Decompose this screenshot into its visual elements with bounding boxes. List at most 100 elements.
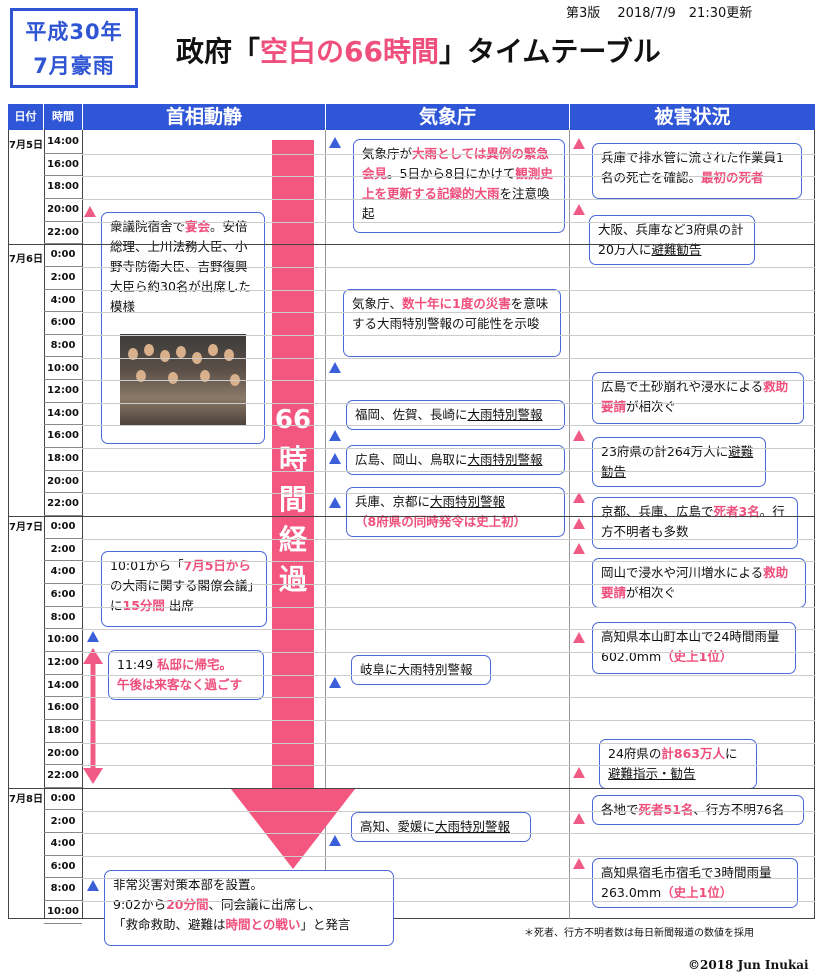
row-divider [82, 334, 815, 336]
row-divider [82, 674, 815, 676]
row-divider [82, 651, 815, 653]
jma-warning-gifu-bubble: 岐阜に大雨特別警報 [351, 655, 491, 685]
time-label: 0:00 [44, 244, 82, 267]
title-suffix: 」タイムテーブル [438, 35, 661, 68]
marker-triangle [573, 518, 585, 529]
bubble-underlined: 大雨特別警報 [467, 407, 543, 422]
copyright: ©2018 Jun Inukai [688, 958, 809, 972]
header-pm: 首相動静 [83, 104, 325, 130]
bubble-highlight: 計863万人 [661, 746, 725, 761]
time-label: 18:00 [44, 176, 82, 199]
row-divider [82, 606, 815, 608]
date-label: 7月7日 [9, 522, 43, 533]
row-divider [82, 402, 815, 404]
row-divider [82, 425, 815, 427]
bubble-text: 気象庁、 [352, 296, 403, 311]
row-divider [82, 878, 815, 880]
time-label: 0:00 [44, 788, 82, 811]
damage-three-deaths-bubble: 京都、兵庫、広島で死者3名。行方不明者も多数 [592, 497, 798, 549]
time-label: 8:00 [44, 335, 82, 358]
row-divider [82, 765, 815, 767]
row-divider [82, 901, 815, 903]
damage-first-death-bubble: 兵庫で排水管に流された作業員1名の死亡を確認。最初の死者 [592, 143, 802, 199]
time-label: 4:00 [44, 290, 82, 313]
bubble-highlight: 7月5日から [183, 558, 251, 573]
time-label: 14:00 [44, 403, 82, 426]
elapsed-text: 過 [278, 563, 307, 596]
marker-triangle [573, 767, 585, 778]
marker-triangle [329, 430, 341, 441]
bubble-highlight: （史上1位） [661, 885, 733, 900]
time-label: 10:00 [44, 901, 82, 924]
time-label: 10:00 [44, 358, 82, 381]
row-divider [82, 289, 815, 291]
marker-triangle [329, 362, 341, 373]
row-divider [82, 470, 815, 472]
time-label: 4:00 [44, 833, 82, 856]
time-label: 6:00 [44, 856, 82, 879]
damage-evac-264man-bubble: 23府県の計264万人に避難勧告 [592, 437, 766, 487]
row-divider [82, 176, 815, 178]
time-label: 20:00 [44, 199, 82, 222]
bubble-highlight: 数十年に1度の災害 [402, 296, 511, 311]
bubble-text: 、同会議に出席し、 [208, 897, 321, 912]
elapsed-text: 66 [274, 405, 312, 435]
time-label: 2:00 [44, 811, 82, 834]
bubble-highlight: 時間との戦い [225, 917, 301, 932]
badge-line2: 7月豪雨 [33, 54, 115, 78]
time-label: 20:00 [44, 471, 82, 494]
header-date: 日付 [8, 104, 43, 130]
time-label: 2:00 [44, 267, 82, 290]
time-label: 4:00 [44, 561, 82, 584]
marker-triangle [573, 813, 585, 824]
jma-warning-possible-bubble: 気象庁、数十年に1度の災害を意味する大雨特別警報の可能性を示唆 [343, 289, 561, 357]
marker-triangle [329, 453, 341, 464]
elapsed-arrow-head [231, 789, 355, 869]
bubble-highlight: 20分間 [166, 897, 209, 912]
row-divider [82, 266, 815, 268]
row-divider [82, 538, 815, 540]
bubble-text: 、行方不明76名 [693, 802, 785, 817]
bubble-highlight: 午後は来客なく過ごす [117, 677, 243, 692]
header-jma: 気象庁 [326, 104, 569, 130]
row-divider [82, 198, 815, 200]
badge-line1: 平成30年 [25, 20, 123, 44]
marker-triangle [573, 430, 585, 441]
marker-triangle [573, 632, 585, 643]
time-label: 14:00 [44, 131, 82, 154]
marker-triangle [87, 880, 99, 891]
time-label: 8:00 [44, 878, 82, 902]
row-divider [82, 833, 815, 835]
time-label: 14:00 [44, 675, 82, 698]
row-divider [82, 742, 815, 744]
marker-triangle [573, 858, 585, 869]
time-label: 20:00 [44, 743, 82, 766]
bubble-text: 。5日から8日にかけて [387, 166, 516, 181]
date-label: 7月6日 [9, 254, 43, 265]
title-highlight: 空白の66時間 [260, 35, 439, 68]
row-divider [82, 561, 815, 563]
bubble-text: に [725, 746, 738, 761]
row-divider [82, 153, 815, 155]
jma-warning-kochi-bubble: 高知、愛媛に大雨特別警報 [351, 812, 531, 842]
marker-triangle [87, 631, 99, 642]
pm-cabinet-meeting-bubble: 10:01から「7月5日からの大雨に関する閣僚会議」に15分間 出席 [101, 551, 267, 627]
bubble-text: 23府県の計264万人に [601, 444, 729, 459]
bubble-text: 「救命救助、避難は [113, 917, 226, 932]
bubble-text: 」と発言 [300, 917, 351, 932]
row-divider [82, 719, 815, 721]
row-divider [82, 855, 815, 857]
bubble-underlined: 大雨特別警報 [430, 494, 506, 509]
row-divider [82, 493, 815, 495]
elapsed-text: 経 [278, 523, 307, 556]
bubble-text: 福岡、佐賀、長崎に [355, 407, 468, 422]
divider-jma [569, 130, 570, 919]
time-label: 16:00 [44, 425, 82, 449]
row-divider [82, 629, 815, 631]
page-title: 政府「空白の66時間」タイムテーブル [176, 30, 661, 70]
time-label: 12:00 [44, 652, 82, 675]
time-label: 0:00 [44, 516, 82, 539]
jma-warning-hyogo-bubble: 兵庫、京都に大雨特別警報 （8府県の同時発令は史上初） [346, 487, 565, 537]
row-divider [82, 697, 815, 699]
bubble-text: 兵庫、京都に [355, 494, 431, 509]
